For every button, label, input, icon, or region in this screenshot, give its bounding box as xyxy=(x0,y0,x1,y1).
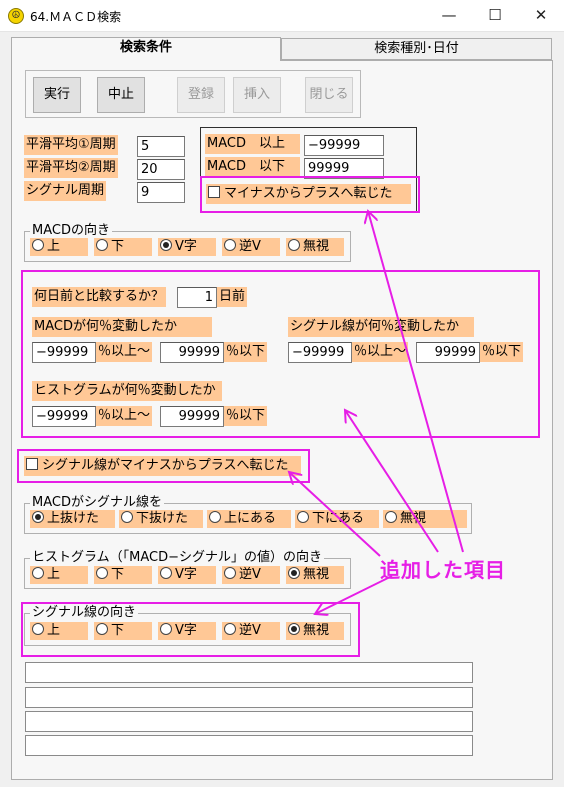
result-line-2[interactable] xyxy=(25,687,473,708)
arrow-to-macd-cross xyxy=(368,211,464,553)
arrow-to-compare xyxy=(345,410,439,553)
tab-search-conditions[interactable]: 検索条件 xyxy=(11,37,281,61)
arrow-to-signal-cross xyxy=(289,472,381,557)
result-line-3[interactable] xyxy=(25,711,473,732)
arrow-to-signal-direction xyxy=(315,575,393,614)
result-line-4[interactable] xyxy=(25,735,473,756)
result-line-1[interactable] xyxy=(25,662,473,683)
